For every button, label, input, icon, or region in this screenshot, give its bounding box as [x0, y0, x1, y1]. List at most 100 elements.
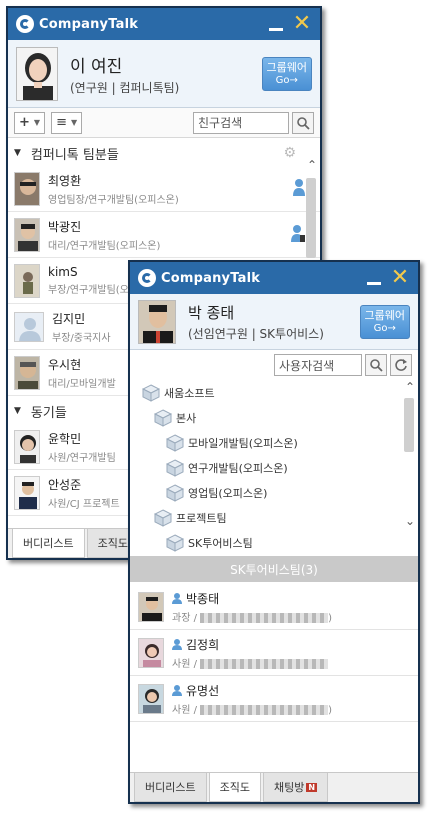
- group-header-team[interactable]: ▼ 컴퍼니톡 팀분들 ⚙: [8, 140, 320, 166]
- list-icon: ≡: [56, 115, 67, 130]
- my-profile: 이 여진 (연구원 | 컴퍼니톡팀) 그룹웨어 Go→: [8, 40, 320, 108]
- buddy-dept: 영업팀장/연구개발팀(오피스온): [48, 194, 179, 206]
- member-name: 김정희: [186, 637, 220, 652]
- tab-buddylist[interactable]: 버디리스트: [134, 773, 207, 802]
- my-avatar[interactable]: [16, 46, 58, 101]
- companytalk-logo-icon: [16, 15, 34, 33]
- buddy-row[interactable]: 박광진대리/연구개발팀(오피스온): [8, 212, 320, 258]
- tab-buddylist[interactable]: 버디리스트: [12, 529, 85, 558]
- app-title: CompanyTalk: [161, 270, 261, 286]
- groupware-label: 그룹웨어: [266, 60, 307, 74]
- groupware-go-button[interactable]: 그룹웨어 Go→: [261, 56, 312, 91]
- search-icon: [297, 116, 310, 130]
- org-cube-icon: [166, 483, 184, 502]
- my-title: (연구원 | 컴퍼니톡팀): [70, 80, 180, 95]
- my-name: 박 종태: [188, 303, 235, 322]
- tab-chatroom[interactable]: 채팅방 N: [262, 773, 329, 802]
- member-role: 과장 /: [172, 612, 201, 624]
- default-avatar-icon: [14, 311, 44, 342]
- tree-node-selected[interactable]: SK투어비스팀: [142, 530, 418, 555]
- gear-icon[interactable]: ⚙: [283, 145, 296, 161]
- buddy-dept: 대리/모바일개발: [48, 378, 116, 390]
- search-button[interactable]: [292, 111, 314, 134]
- refresh-icon: [395, 359, 407, 371]
- org-cube-icon: [166, 533, 184, 552]
- mobile-person-icon: [291, 225, 305, 242]
- group-name: 동기들: [30, 405, 67, 421]
- plus-icon: +: [19, 115, 30, 130]
- my-title: (선임연구원 | SK투어비스): [188, 326, 324, 341]
- member-row[interactable]: 박종태 과장 / ): [130, 584, 418, 630]
- go-label: Go→: [373, 322, 396, 334]
- tree-label: 본사: [176, 411, 197, 425]
- minimize-button[interactable]: [266, 13, 286, 35]
- back-titlebar[interactable]: CompanyTalk ✕: [8, 8, 320, 40]
- list-view-button[interactable]: ≡ ▼: [51, 111, 83, 134]
- collapse-triangle-icon: ▼: [14, 406, 21, 416]
- member-role: 사원 /: [172, 658, 201, 670]
- user-search-input[interactable]: [274, 354, 362, 376]
- buddy-name: 박광진: [48, 219, 82, 234]
- tree-node[interactable]: 영업팀(오피스온): [142, 480, 418, 505]
- buddy-name: 안성준: [48, 477, 82, 492]
- chevron-down-icon: ▼: [70, 118, 78, 127]
- buddy-dept: 대리/연구개발팀(오피스온): [48, 240, 161, 252]
- refresh-button[interactable]: [390, 354, 412, 376]
- org-cube-icon: [166, 433, 184, 452]
- redacted-info: [200, 658, 329, 669]
- close-button[interactable]: ✕: [292, 13, 312, 35]
- tree-node[interactable]: 연구개발팀(오피스온): [142, 455, 418, 480]
- buddy-avatar: [14, 429, 40, 464]
- scroll-up-icon[interactable]: ⌃: [404, 380, 416, 394]
- my-profile: 박 종태 (선임연구원 | SK투어비스) 그룹웨어 Go→: [130, 294, 418, 350]
- person-icon: [172, 592, 182, 604]
- tree-node[interactable]: 본사: [142, 405, 418, 430]
- front-titlebar[interactable]: CompanyTalk ✕: [130, 262, 418, 294]
- groupware-label: 그룹웨어: [364, 308, 405, 322]
- buddy-name: 우시현: [48, 357, 82, 372]
- back-toolbar: + ▼ ≡ ▼: [8, 108, 320, 138]
- close-button[interactable]: ✕: [390, 267, 410, 289]
- front-tab-bar: 버디리스트 조직도 채팅방 N: [130, 772, 418, 802]
- collapse-triangle-icon: ▼: [14, 148, 21, 158]
- buddy-avatar: [14, 263, 40, 298]
- friend-search-input[interactable]: [193, 111, 289, 134]
- buddy-row[interactable]: 최영환 영업팀장/연구개발팀(오피스온): [8, 166, 320, 212]
- tree-node[interactable]: 모바일개발팀(오피스온): [142, 430, 418, 455]
- member-name: 유명선: [186, 683, 220, 698]
- member-avatar: [138, 637, 164, 668]
- member-role: 사원 /: [172, 704, 201, 716]
- org-cube-icon: [142, 383, 160, 402]
- member-row[interactable]: 유명선 사원 / ): [130, 676, 418, 722]
- person-icon: [172, 638, 182, 650]
- buddy-dept: 사원/연구개발팀: [48, 452, 116, 464]
- tab-orgchart[interactable]: 조직도: [208, 773, 261, 802]
- scroll-down-icon[interactable]: ⌄: [404, 514, 416, 528]
- tree-node[interactable]: 새움소프트: [142, 380, 418, 405]
- add-friend-button[interactable]: + ▼: [14, 111, 46, 134]
- new-badge: N: [306, 782, 318, 792]
- minimize-button[interactable]: [364, 267, 384, 289]
- buddy-avatar: [14, 217, 40, 252]
- member-tail: ): [328, 704, 333, 716]
- org-cube-icon: [154, 508, 172, 527]
- scroll-up-icon[interactable]: ⌃: [306, 158, 318, 172]
- tree-node[interactable]: 프로젝트팀: [142, 505, 418, 530]
- tree-label: SK투어비스팀: [188, 536, 253, 550]
- tab-chatroom-label: 채팅방: [273, 781, 305, 794]
- search-button[interactable]: [365, 354, 387, 376]
- group-name: 컴퍼니톡 팀분들: [30, 147, 119, 163]
- chevron-down-icon: ▼: [33, 118, 41, 127]
- redacted-info: [200, 704, 329, 715]
- front-toolbar: [130, 350, 418, 380]
- my-name: 이 여진: [70, 56, 123, 77]
- buddy-avatar: [14, 355, 40, 390]
- groupware-go-button[interactable]: 그룹웨어 Go→: [359, 304, 410, 339]
- team-section-header: SK투어비스팀(3): [130, 556, 418, 582]
- member-row[interactable]: 김정희 사원 /: [130, 630, 418, 676]
- tree-scrollbar[interactable]: ⌃ ⌄: [404, 380, 416, 556]
- my-avatar[interactable]: [138, 299, 176, 344]
- buddy-name: 윤학민: [48, 431, 82, 446]
- org-cube-icon: [154, 408, 172, 427]
- tree-label: 모바일개발팀(오피스온): [188, 436, 298, 450]
